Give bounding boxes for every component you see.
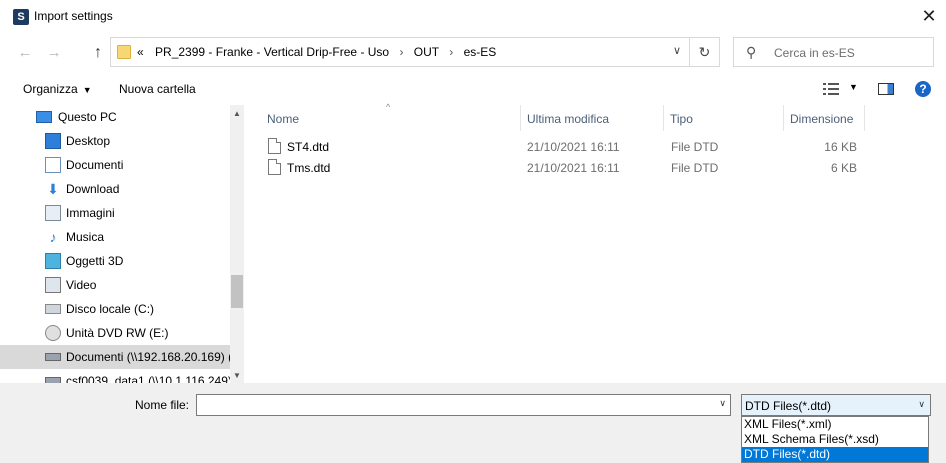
chevron-down-icon[interactable]: ∨	[719, 398, 726, 409]
sidebar-item[interactable]: Documenti	[0, 153, 230, 177]
sidebar-item-label: Download	[66, 182, 120, 196]
search-icon: ⚲	[746, 44, 757, 60]
filetype-option[interactable]: XML Schema Files(*.xsd)	[742, 432, 928, 447]
column-divider[interactable]	[864, 105, 865, 131]
scroll-up-button[interactable]: ▲	[230, 107, 244, 121]
filename-label: Nome file:	[135, 398, 190, 412]
filetype-option-selected[interactable]: DTD Files(*.dtd)	[742, 447, 928, 462]
file-list: ^ Nome Ultima modifica Tipo Dimensione S…	[246, 102, 946, 383]
sidebar-item-label: Questo PC	[58, 110, 117, 124]
view-options-icon[interactable]	[823, 83, 839, 95]
breadcrumb-separator[interactable]: ›	[399, 45, 403, 59]
sidebar-item[interactable]: Desktop	[0, 129, 230, 153]
search-placeholder: Cerca in es-ES	[774, 46, 855, 60]
sidebar-item[interactable]: Unità DVD RW (E:)	[0, 321, 230, 345]
folder-icon	[117, 45, 131, 59]
scroll-down-button[interactable]: ▼	[230, 369, 244, 383]
breadcrumb-overflow[interactable]: «	[137, 45, 144, 59]
navigation-bar: ← → ↑ « PR_2399 - Franke - Vertical Drip…	[0, 33, 946, 73]
local-disk-icon	[45, 304, 61, 314]
title-bar: S Import settings ✕	[0, 0, 946, 33]
file-type: File DTD	[671, 140, 719, 154]
dvd-drive-icon	[45, 325, 61, 341]
sidebar-item-label: Disco locale (C:)	[66, 302, 155, 316]
sidebar-item-label: Desktop	[66, 134, 111, 148]
sidebar-item-label: Video	[66, 278, 97, 292]
file-type: File DTD	[671, 161, 719, 175]
sidebar-item[interactable]: Immagini	[0, 201, 230, 225]
sidebar-scrollbar[interactable]: ▲ ▼	[230, 105, 244, 383]
app-icon: S	[13, 9, 29, 25]
up-button[interactable]: ↑	[89, 44, 107, 62]
file-size: 6 KB	[830, 161, 857, 175]
window-title: Import settings	[34, 9, 113, 23]
refresh-button[interactable]: ↻	[689, 38, 719, 66]
music-icon: ♪	[49, 229, 57, 245]
column-header-type[interactable]: Tipo	[663, 105, 783, 131]
download-icon: ⬇	[47, 181, 59, 197]
file-name: Tms.dtd	[287, 161, 331, 175]
filetype-option[interactable]: XML Files(*.xml)	[742, 417, 928, 432]
desktop-icon	[45, 133, 61, 149]
breadcrumb-item[interactable]: OUT	[414, 45, 439, 59]
forward-button[interactable]: →	[45, 44, 63, 62]
column-header-name[interactable]: Nome	[260, 105, 520, 131]
sidebar-item[interactable]: ⬇ Download	[0, 177, 230, 201]
file-size: 16 KB	[824, 140, 857, 154]
documents-icon	[45, 157, 61, 173]
file-modified: 21/10/2021 16:11	[527, 161, 620, 175]
breadcrumb-item[interactable]: es-ES	[464, 45, 497, 59]
sidebar-item[interactable]: Questo PC	[0, 105, 230, 129]
file-row[interactable]: Tms.dtd 21/10/2021 16:11 File DTD 6 KB	[246, 157, 946, 178]
sidebar-item-label: Documenti	[66, 158, 124, 172]
command-toolbar: Organizza ▼ Nuova cartella ▼ ?	[0, 73, 946, 105]
back-button[interactable]: ←	[16, 44, 34, 62]
filetype-options-list: XML Files(*.xml) XML Schema Files(*.xsd)…	[741, 416, 929, 463]
sidebar-item-label: Immagini	[66, 206, 115, 220]
file-icon	[268, 159, 281, 175]
computer-icon	[36, 111, 52, 123]
filetype-selected-value: DTD Files(*.dtd)	[745, 399, 832, 413]
search-input[interactable]: ⚲ Cerca in es-ES	[733, 37, 934, 67]
sidebar-item[interactable]: ♪ Musica	[0, 225, 230, 249]
scroll-thumb[interactable]	[231, 275, 243, 308]
pictures-icon	[45, 205, 61, 221]
column-header-modified[interactable]: Ultima modifica	[520, 105, 663, 131]
filename-input[interactable]: ∨	[196, 394, 731, 416]
sidebar-item[interactable]: Video	[0, 273, 230, 297]
column-header-size[interactable]: Dimensione	[783, 105, 864, 131]
new-folder-button[interactable]: Nuova cartella	[119, 82, 196, 96]
sidebar-item-label: Documenti (\\192.168.20.169) (	[66, 350, 233, 364]
sidebar-item[interactable]: Oggetti 3D	[0, 249, 230, 273]
breadcrumb-item[interactable]: PR_2399 - Franke - Vertical Drip-Free - …	[155, 45, 389, 59]
address-bar[interactable]: « PR_2399 - Franke - Vertical Drip-Free …	[110, 37, 720, 67]
sidebar-item[interactable]: csf0039_data1 (\\10.1.116.249) (	[0, 369, 239, 383]
close-button[interactable]: ✕	[912, 0, 946, 33]
preview-pane-icon[interactable]	[878, 83, 894, 95]
breadcrumb: « PR_2399 - Franke - Vertical Drip-Free …	[137, 45, 496, 59]
objects-3d-icon	[45, 253, 61, 269]
address-history-dropdown[interactable]: ∨	[673, 44, 681, 57]
network-drive-icon	[45, 353, 61, 361]
sidebar-item-label: Oggetti 3D	[66, 254, 124, 268]
video-icon	[45, 277, 61, 293]
organize-label: Organizza	[23, 82, 78, 96]
navigation-pane: Questo PC Desktop Documenti ⬇ Download Immagi…	[0, 105, 246, 383]
help-icon[interactable]: ?	[915, 81, 931, 97]
sidebar-item-label: Musica	[66, 230, 105, 244]
sidebar-item[interactable]: Disco locale (C:)	[0, 297, 230, 321]
sidebar-item[interactable]: Documenti (\\192.168.20.169) (	[0, 345, 233, 369]
file-name: ST4.dtd	[287, 140, 330, 154]
file-icon	[268, 138, 281, 154]
file-row[interactable]: ST4.dtd 21/10/2021 16:11 File DTD 16 KB	[246, 136, 946, 157]
filetype-select[interactable]: DTD Files(*.dtd) ∨	[741, 394, 931, 416]
view-dropdown-button[interactable]: ▼	[849, 82, 858, 92]
breadcrumb-separator[interactable]: ›	[449, 45, 453, 59]
sidebar-item-label: Unità DVD RW (E:)	[66, 326, 169, 340]
chevron-down-icon: ∨	[918, 399, 925, 409]
sidebar-item-label: csf0039_data1 (\\10.1.116.249) (	[66, 374, 240, 383]
file-modified: 21/10/2021 16:11	[527, 140, 620, 154]
chevron-down-icon: ▼	[82, 85, 92, 95]
organize-button[interactable]: Organizza ▼	[23, 82, 92, 96]
